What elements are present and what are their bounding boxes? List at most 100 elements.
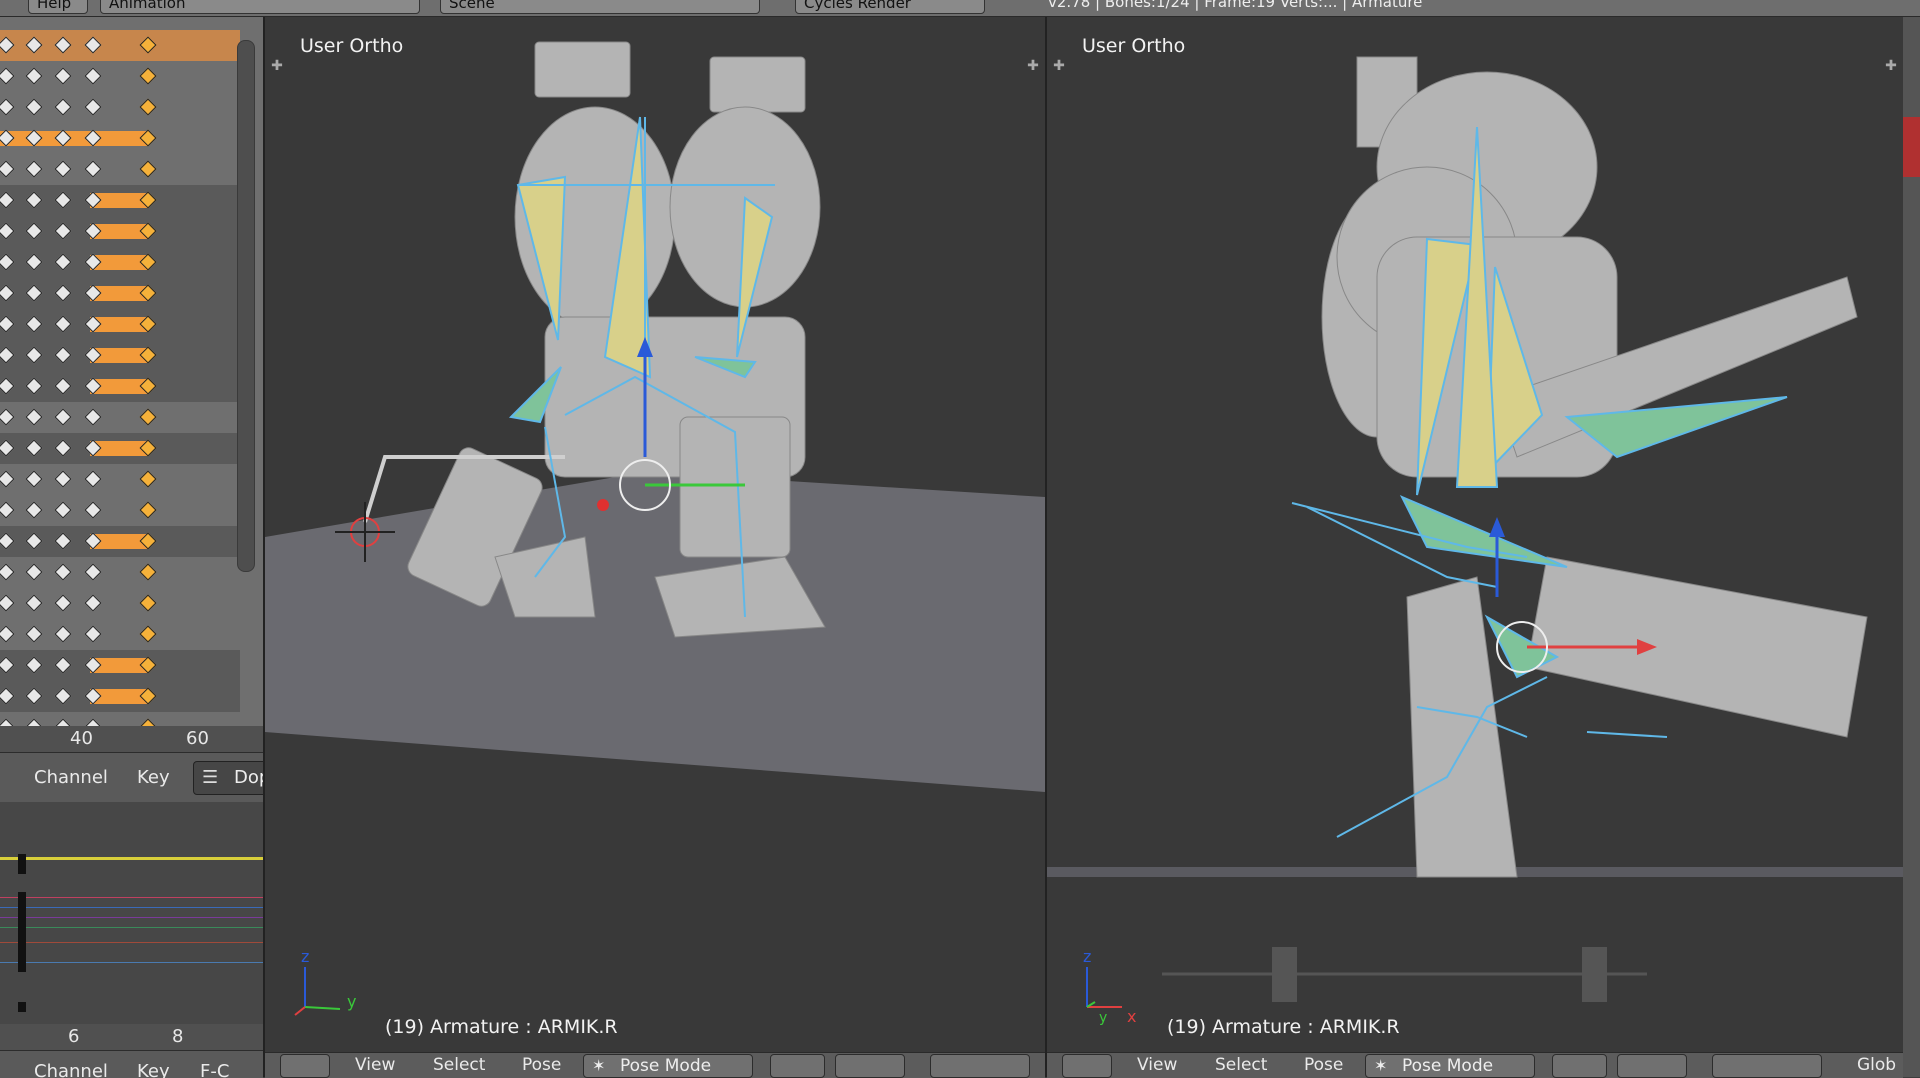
dopesheet-channel-row[interactable] [0, 247, 240, 278]
keyframe-selected[interactable] [139, 67, 157, 85]
keyframe[interactable] [84, 408, 102, 426]
keyframe[interactable] [54, 98, 72, 116]
keyframe[interactable] [84, 98, 102, 116]
keyframe[interactable] [54, 315, 72, 333]
manipulator-buttons[interactable] [1712, 1054, 1822, 1078]
keyframe[interactable] [25, 160, 43, 178]
keyframe-selected[interactable] [139, 594, 157, 612]
keyframe[interactable] [0, 470, 15, 488]
keyframe-selected[interactable] [139, 625, 157, 643]
keyframe[interactable] [0, 594, 15, 612]
keyframe[interactable] [54, 563, 72, 581]
keyframe[interactable] [54, 687, 72, 705]
keyframe[interactable] [84, 36, 102, 54]
keyframe[interactable] [54, 67, 72, 85]
keyframe[interactable] [0, 501, 15, 519]
split-area-plus-icon[interactable]: ✚ [1884, 59, 1898, 73]
keyframe[interactable] [0, 563, 15, 581]
keyframe[interactable] [25, 656, 43, 674]
split-area-plus-icon[interactable]: ✚ [1026, 59, 1040, 73]
dopesheet-channel-row[interactable] [0, 495, 240, 526]
dopesheet-editor[interactable] [0, 17, 263, 744]
dopesheet-channel-row[interactable] [0, 402, 240, 433]
keyframe[interactable] [25, 501, 43, 519]
keyframe[interactable] [25, 315, 43, 333]
shading-button[interactable] [770, 1054, 825, 1078]
dopesheet-channel-row[interactable] [0, 30, 240, 61]
graph-editor[interactable] [0, 802, 263, 1052]
keyframe[interactable] [25, 222, 43, 240]
dopesheet-channel-row[interactable] [0, 92, 240, 123]
keyframe-selected[interactable] [139, 501, 157, 519]
keyframe[interactable] [0, 439, 15, 457]
keyframe[interactable] [25, 470, 43, 488]
keyframe[interactable] [25, 563, 43, 581]
dopesheet-channel-row[interactable] [0, 216, 240, 247]
keyframe[interactable] [0, 160, 15, 178]
layout-selector[interactable]: Animation [100, 0, 420, 14]
dopesheet-channel-row[interactable] [0, 557, 240, 588]
dopesheet-frame-ruler[interactable]: 40 60 [0, 726, 263, 752]
dopesheet-channel-row[interactable] [0, 340, 240, 371]
manipulator-buttons[interactable] [930, 1054, 1030, 1078]
pivot-button[interactable] [1617, 1054, 1687, 1078]
keyframe[interactable] [54, 346, 72, 364]
keyframe[interactable] [25, 98, 43, 116]
keyframe[interactable] [25, 625, 43, 643]
scene-selector[interactable]: Scene [440, 0, 760, 14]
keyframe[interactable] [0, 687, 15, 705]
dopesheet-channel-row[interactable] [0, 588, 240, 619]
keyframe[interactable] [0, 284, 15, 302]
keyframe-selected[interactable] [139, 98, 157, 116]
keyframe[interactable] [0, 191, 15, 209]
dopesheet-channel-row[interactable] [0, 371, 240, 402]
keyframe[interactable] [0, 98, 15, 116]
help-menu[interactable]: Help [28, 0, 88, 14]
keyframe-selected[interactable] [139, 470, 157, 488]
keyframe[interactable] [54, 532, 72, 550]
keyframe[interactable] [54, 625, 72, 643]
keyframe-selected[interactable] [139, 408, 157, 426]
keyframe[interactable] [0, 625, 15, 643]
dopesheet-channel-row[interactable] [0, 650, 240, 681]
dopesheet-channel-row[interactable] [0, 619, 240, 650]
editor-type-button[interactable] [1062, 1054, 1112, 1078]
split-area-plus-icon[interactable]: ✚ [270, 59, 284, 73]
dopesheet-mode-button[interactable]: ☰ Dop [193, 761, 273, 795]
keyframe[interactable] [0, 253, 15, 271]
keyframe[interactable] [0, 346, 15, 364]
keyframe[interactable] [54, 222, 72, 240]
keyframe[interactable] [0, 532, 15, 550]
keyframe[interactable] [54, 470, 72, 488]
keyframe[interactable] [0, 656, 15, 674]
keyframe[interactable] [25, 346, 43, 364]
mode-selector[interactable]: ✶ Pose Mode [1365, 1054, 1535, 1078]
keyframe[interactable] [25, 253, 43, 271]
keyframe[interactable] [84, 594, 102, 612]
dopesheet-channel-row[interactable] [0, 526, 240, 557]
keyframe[interactable] [25, 67, 43, 85]
editor-type-button[interactable] [280, 1054, 330, 1078]
keyframe-selected[interactable] [139, 160, 157, 178]
key-menu[interactable]: Key [137, 767, 170, 788]
mode-selector[interactable]: ✶ Pose Mode [583, 1054, 753, 1078]
keyframe[interactable] [84, 563, 102, 581]
pivot-button[interactable] [835, 1054, 905, 1078]
keyframe[interactable] [0, 36, 15, 54]
keyframe[interactable] [54, 253, 72, 271]
dopesheet-scrollbar[interactable] [237, 40, 255, 572]
keyframe[interactable] [54, 594, 72, 612]
graph-key-menu[interactable]: Key [137, 1061, 170, 1078]
red-tab[interactable] [1903, 117, 1920, 177]
render-engine-selector[interactable]: Cycles Render [795, 0, 985, 14]
keyframe[interactable] [25, 408, 43, 426]
dopesheet-channel-row[interactable] [0, 681, 240, 712]
view-menu[interactable]: View [1137, 1055, 1177, 1075]
channel-menu[interactable]: Channel [34, 767, 108, 788]
pose-menu[interactable]: Pose [1304, 1055, 1343, 1075]
keyframe[interactable] [25, 687, 43, 705]
pose-menu[interactable]: Pose [522, 1055, 561, 1075]
graph-frame-ruler[interactable]: 6 8 [0, 1024, 263, 1050]
keyframe[interactable] [84, 67, 102, 85]
viewport-left[interactable]: y z User Ortho (19) Armature : ARMIK.R ✚… [265, 17, 1045, 1052]
